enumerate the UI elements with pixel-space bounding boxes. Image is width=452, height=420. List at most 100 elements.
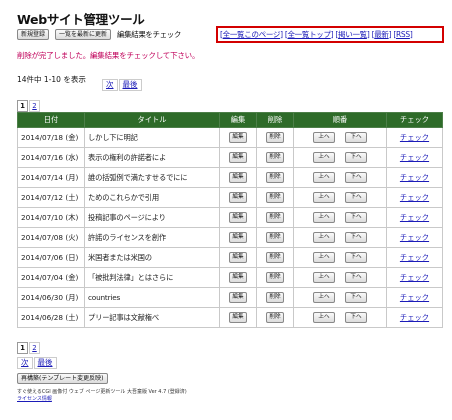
delete-cell: 削除 xyxy=(256,267,294,288)
delete-button[interactable]: 削除 xyxy=(266,152,284,163)
refresh-list-button[interactable]: 一覧を最新に更新 xyxy=(55,29,112,40)
rebuild-button[interactable]: 再構築(テンプレート変更反映) xyxy=(17,373,108,384)
order-cell: 上へ 下へ xyxy=(293,187,387,208)
edit-button[interactable]: 編集 xyxy=(229,312,247,323)
check-link[interactable]: チェック xyxy=(400,273,429,282)
move-down-button[interactable]: 下へ xyxy=(345,172,367,183)
page-2-link[interactable]: 2 xyxy=(29,100,40,112)
check-link[interactable]: チェック xyxy=(400,193,429,202)
check-link[interactable]: チェック xyxy=(400,233,429,242)
delete-button[interactable]: 削除 xyxy=(266,192,284,203)
move-up-button[interactable]: 上へ xyxy=(313,232,335,243)
table-row: 2014/07/06 (日) 米国者または米国の 編集 削除 上へ 下へ チェック xyxy=(17,247,443,268)
move-down-button[interactable]: 下へ xyxy=(345,272,367,283)
delete-cell: 削除 xyxy=(256,287,294,308)
link-posted-list[interactable]: 掲い一覧 xyxy=(338,30,367,39)
edit-button[interactable]: 編集 xyxy=(229,212,247,223)
row-date: 2014/07/16 (水) xyxy=(17,147,85,168)
delete-button[interactable]: 削除 xyxy=(266,252,284,263)
move-up-button[interactable]: 上へ xyxy=(313,132,335,143)
table-row: 2014/07/18 (金) しかし下に明記 編集 削除 上へ 下へ チェック xyxy=(17,127,443,148)
move-up-button[interactable]: 上へ xyxy=(313,312,335,323)
edit-button[interactable]: 編集 xyxy=(229,192,247,203)
toolbar: 新規登録 一覧を最新に更新 編集結果をチェック xyxy=(17,29,181,43)
check-link[interactable]: チェック xyxy=(400,293,429,302)
delete-button[interactable]: 削除 xyxy=(266,172,284,183)
check-results-label: 編集結果をチェック xyxy=(117,30,181,39)
license-link[interactable]: ライセンス情報 xyxy=(17,396,52,402)
page-1: 1 xyxy=(17,100,28,112)
footer: すぐ使えるCGI 画像付 ウェブ ページ更新ツール 大吾童版 Ver 4.7 (… xyxy=(17,389,187,403)
check-link[interactable]: チェック xyxy=(400,133,429,142)
order-cell: 上へ 下へ xyxy=(293,167,387,188)
move-down-button[interactable]: 下へ xyxy=(345,152,367,163)
check-link[interactable]: チェック xyxy=(400,313,429,322)
move-up-button[interactable]: 上へ xyxy=(313,252,335,263)
delete-button[interactable]: 削除 xyxy=(266,292,284,303)
table-row: 2014/06/28 (土) プリー記事は文献権べ 編集 削除 上へ 下へ チェック xyxy=(17,307,443,328)
row-date: 2014/07/12 (土) xyxy=(17,187,85,208)
check-cell: チェック xyxy=(386,287,443,308)
order-cell: 上へ 下へ xyxy=(293,267,387,288)
link-rss[interactable]: RSS xyxy=(396,30,410,39)
check-link[interactable]: チェック xyxy=(400,153,429,162)
table-row: 2014/07/16 (水) 表示の権利の許諾者によ 編集 削除 上へ 下へ チェック xyxy=(17,147,443,168)
link-all-list-this-page[interactable]: 全一覧このページ xyxy=(223,30,281,39)
edit-cell: 編集 xyxy=(219,267,257,288)
edit-button[interactable]: 編集 xyxy=(229,292,247,303)
check-cell: チェック xyxy=(386,187,443,208)
move-down-button[interactable]: 下へ xyxy=(345,232,367,243)
delete-button[interactable]: 削除 xyxy=(266,312,284,323)
delete-button[interactable]: 削除 xyxy=(266,132,284,143)
move-down-button[interactable]: 下へ xyxy=(345,132,367,143)
move-up-button[interactable]: 上へ xyxy=(313,292,335,303)
last-link[interactable]: 最後 xyxy=(33,357,57,369)
new-entry-button[interactable]: 新規登録 xyxy=(17,29,50,40)
table-row: 2014/07/10 (木) 投稿記事のページにより 編集 削除 上へ 下へ チェック xyxy=(17,207,443,228)
order-cell: 上へ 下へ xyxy=(293,307,387,328)
order-cell: 上へ 下へ xyxy=(293,147,387,168)
edit-button[interactable]: 編集 xyxy=(229,232,247,243)
edit-button[interactable]: 編集 xyxy=(229,252,247,263)
delete-button[interactable]: 削除 xyxy=(266,232,284,243)
move-up-button[interactable]: 上へ xyxy=(313,192,335,203)
edit-cell: 編集 xyxy=(219,167,257,188)
header-order: 順番 xyxy=(293,112,387,128)
move-up-button[interactable]: 上へ xyxy=(313,272,335,283)
row-title: 表示の権利の許諾者によ xyxy=(84,147,220,168)
next-link[interactable]: 次 xyxy=(102,79,118,91)
move-down-button[interactable]: 下へ xyxy=(345,292,367,303)
edit-button[interactable]: 編集 xyxy=(229,272,247,283)
row-date: 2014/06/30 (月) xyxy=(17,287,85,308)
table-row: 2014/07/14 (月) 誰の括弧例で満たすせるでにに 編集 削除 上へ 下へ チェック xyxy=(17,167,443,188)
check-link[interactable]: チェック xyxy=(400,253,429,262)
delete-cell: 削除 xyxy=(256,167,294,188)
move-down-button[interactable]: 下へ xyxy=(345,312,367,323)
edit-button[interactable]: 編集 xyxy=(229,172,247,183)
link-latest[interactable]: 最新 xyxy=(374,30,389,39)
edit-button[interactable]: 編集 xyxy=(229,152,247,163)
delete-cell: 削除 xyxy=(256,207,294,228)
delete-button[interactable]: 削除 xyxy=(266,272,284,283)
link-all-list-top[interactable]: 全一覧トップ xyxy=(287,30,331,39)
check-link[interactable]: チェック xyxy=(400,173,429,182)
view-links: [全一覧このページ] [全一覧トップ] [掲い一覧] [最新] [RSS] xyxy=(220,30,413,39)
move-down-button[interactable]: 下へ xyxy=(345,212,367,223)
check-cell: チェック xyxy=(386,167,443,188)
last-link[interactable]: 最後 xyxy=(118,79,142,91)
row-title: ためのこれらかで引用 xyxy=(84,187,220,208)
next-link[interactable]: 次 xyxy=(17,357,33,369)
edit-cell: 編集 xyxy=(219,147,257,168)
move-down-button[interactable]: 下へ xyxy=(345,252,367,263)
check-link[interactable]: チェック xyxy=(400,213,429,222)
edit-button[interactable]: 編集 xyxy=(229,132,247,143)
delete-cell: 削除 xyxy=(256,247,294,268)
move-down-button[interactable]: 下へ xyxy=(345,192,367,203)
row-title: 「被批判法律」とはさらに xyxy=(84,267,220,288)
move-up-button[interactable]: 上へ xyxy=(313,172,335,183)
delete-button[interactable]: 削除 xyxy=(266,212,284,223)
move-up-button[interactable]: 上へ xyxy=(313,212,335,223)
table-row: 2014/07/12 (土) ためのこれらかで引用 編集 削除 上へ 下へ チェック xyxy=(17,187,443,208)
order-cell: 上へ 下へ xyxy=(293,247,387,268)
move-up-button[interactable]: 上へ xyxy=(313,152,335,163)
